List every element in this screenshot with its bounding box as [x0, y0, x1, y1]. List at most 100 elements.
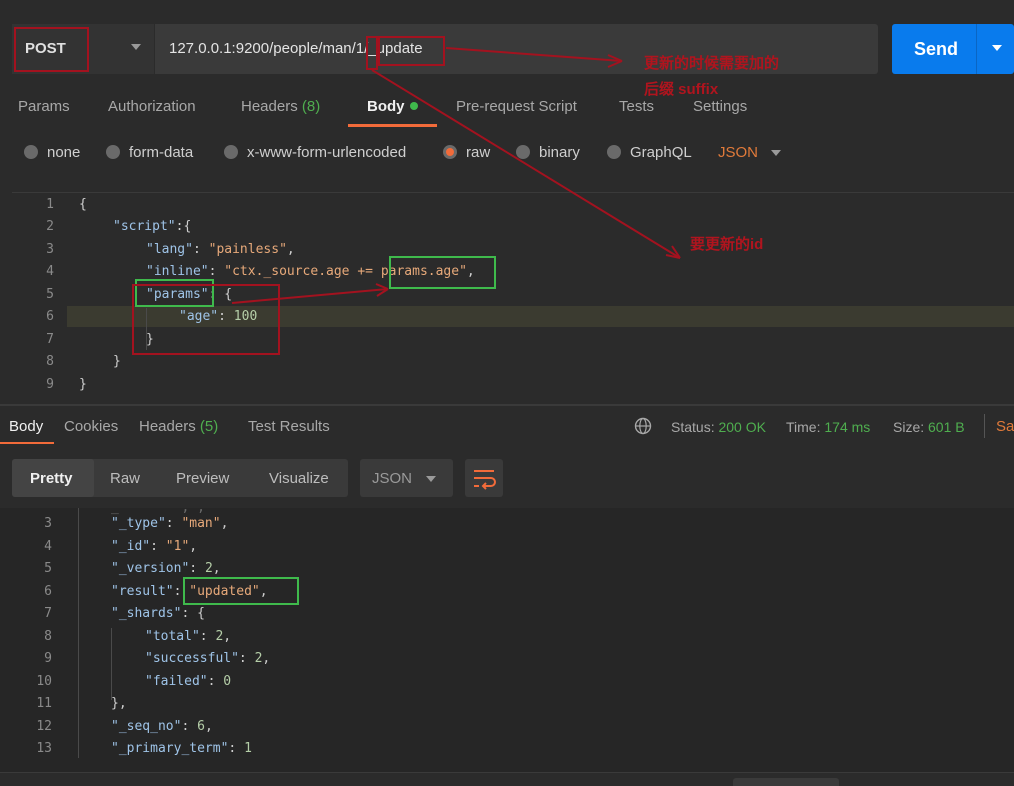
- radio-label: GraphQL: [630, 144, 692, 161]
- tab-body-label: Body: [367, 98, 405, 115]
- editor-line: 9}: [46, 377, 87, 392]
- radio-x-www-form-urlencoded[interactable]: x-www-form-urlencoded: [224, 144, 406, 161]
- response-line: 6 "result": "updated",: [44, 584, 268, 599]
- send-label: Send: [914, 39, 959, 59]
- body-format-select[interactable]: JSON: [718, 144, 758, 161]
- radio-label: x-www-form-urlencoded: [247, 144, 407, 161]
- wrap-lines-icon: [474, 470, 496, 490]
- radio-label: raw: [466, 144, 491, 161]
- time-value: 174 ms: [824, 419, 871, 435]
- editor-line: 3 "lang": "painless",: [46, 242, 295, 257]
- radio-circle-icon: [224, 145, 238, 159]
- status-label: Status:: [671, 419, 715, 435]
- response-tab-test-results[interactable]: Test Results: [248, 418, 330, 435]
- radio-none[interactable]: none: [24, 144, 80, 161]
- radio-selected-icon: [443, 145, 457, 159]
- radio-circle-icon: [24, 145, 38, 159]
- response-line: 10 "failed": 0: [36, 674, 232, 689]
- editor-line: 2 "script":{: [46, 219, 192, 234]
- mode-visualize[interactable]: Visualize: [269, 470, 329, 487]
- response-line: 7 "_shards": {: [44, 606, 205, 621]
- request-tabs: Params Authorization Headers (8) Body Pr…: [0, 98, 1014, 130]
- tab-params[interactable]: Params: [18, 98, 70, 115]
- result-annotation-box: [183, 577, 299, 605]
- tab-headers-count: (8): [301, 98, 321, 115]
- radio-circle-icon: [516, 145, 530, 159]
- bottom-tab[interactable]: [733, 778, 839, 786]
- response-line: 9 "successful": 2,: [44, 651, 271, 666]
- status-readout: Status: 200 OK: [671, 419, 766, 435]
- params-age-annotation-box: [389, 256, 496, 289]
- active-dot-icon: [409, 102, 418, 110]
- radio-form-data[interactable]: form-data: [106, 144, 193, 161]
- chevron-down-icon: [426, 476, 436, 482]
- tab-authorization[interactable]: Authorization: [108, 98, 196, 115]
- radio-circle-icon: [106, 145, 120, 159]
- active-tab-indicator: [348, 124, 437, 127]
- mode-preview[interactable]: Preview: [176, 470, 229, 487]
- size-readout: Size: 601 B: [893, 419, 965, 435]
- id-annotation-box: [366, 36, 378, 70]
- mode-raw[interactable]: Raw: [110, 470, 140, 487]
- editor-line: 8}: [46, 354, 121, 369]
- radio-binary[interactable]: binary: [516, 144, 580, 161]
- response-body-viewer[interactable]: _ , , 3"_type": "man", 4"_id": "1", 5"_v…: [0, 508, 1014, 786]
- save-response-button[interactable]: Sa: [996, 418, 1014, 435]
- size-value: 601 B: [928, 419, 965, 435]
- time-readout: Time: 174 ms: [786, 419, 870, 435]
- response-line: 12 "_seq_no": 6,: [36, 719, 213, 734]
- response-line: 11},: [36, 696, 127, 711]
- globe-icon[interactable]: [634, 417, 652, 435]
- response-tab-headers[interactable]: Headers (5): [139, 418, 218, 435]
- suffix-note-line2: 后缀 suffix: [644, 81, 719, 98]
- chevron-down-icon[interactable]: [771, 150, 781, 156]
- method-annotation-box: [14, 27, 89, 72]
- send-button[interactable]: Send: [892, 24, 1014, 74]
- pane-splitter[interactable]: [0, 404, 1014, 406]
- response-line: 5 "_version": 2,: [44, 561, 221, 576]
- id-note: 要更新的id: [690, 236, 764, 253]
- indent-guide: [111, 628, 112, 700]
- response-format-label: JSON: [372, 470, 413, 487]
- tab-settings[interactable]: Settings: [693, 98, 747, 115]
- tab-headers-label: Headers: [241, 98, 298, 115]
- chevron-down-icon[interactable]: [992, 45, 1002, 51]
- response-line: 13 "_primary_term": 1: [36, 741, 252, 756]
- send-split-divider: [976, 24, 977, 74]
- tab-body[interactable]: Body: [367, 98, 418, 115]
- tab-tests[interactable]: Tests: [619, 98, 654, 115]
- radio-label: binary: [539, 144, 580, 161]
- tab-headers[interactable]: Headers (8): [241, 98, 320, 115]
- response-view-modes: Pretty Raw Preview Visualize: [12, 459, 348, 497]
- response-tab-body[interactable]: Body: [9, 418, 43, 435]
- editor-line: 1{: [46, 197, 87, 212]
- body-type-options: none form-data x-www-form-urlencoded raw…: [0, 144, 1014, 166]
- mode-pretty[interactable]: Pretty: [30, 470, 73, 487]
- response-tab-cookies[interactable]: Cookies: [64, 418, 118, 435]
- indent-guide: [78, 508, 79, 758]
- response-active-tab-indicator: [0, 442, 54, 444]
- bottom-bar: [0, 772, 1014, 786]
- response-line: 3 "_type": "man",: [44, 516, 229, 531]
- radio-label: none: [47, 144, 81, 161]
- time-label: Time:: [786, 419, 821, 435]
- params-object-annotation-box: [132, 284, 280, 355]
- radio-circle-icon: [607, 145, 621, 159]
- status-value: 200 OK: [718, 419, 766, 435]
- response-tab-headers-label: Headers: [139, 418, 196, 435]
- response-format-select[interactable]: JSON: [360, 459, 453, 497]
- json-key: "script": [113, 219, 176, 234]
- tab-pre-request-script[interactable]: Pre-request Script: [456, 98, 577, 115]
- response-line: 8 "total": 2,: [44, 629, 232, 644]
- response-line: 4 "_id": "1",: [44, 539, 198, 554]
- meta-divider: [984, 414, 985, 438]
- size-label: Size:: [893, 419, 925, 435]
- wrap-lines-button[interactable]: [465, 459, 503, 497]
- radio-label: form-data: [129, 144, 194, 161]
- suffix-note-line1: 更新的时候需要加的: [644, 55, 780, 72]
- radio-raw[interactable]: raw: [443, 144, 490, 161]
- response-tab-headers-count: (5): [199, 418, 219, 435]
- suffix-annotation-box: [378, 36, 445, 66]
- radio-graphql[interactable]: GraphQL: [607, 144, 692, 161]
- chevron-down-icon: [131, 44, 141, 50]
